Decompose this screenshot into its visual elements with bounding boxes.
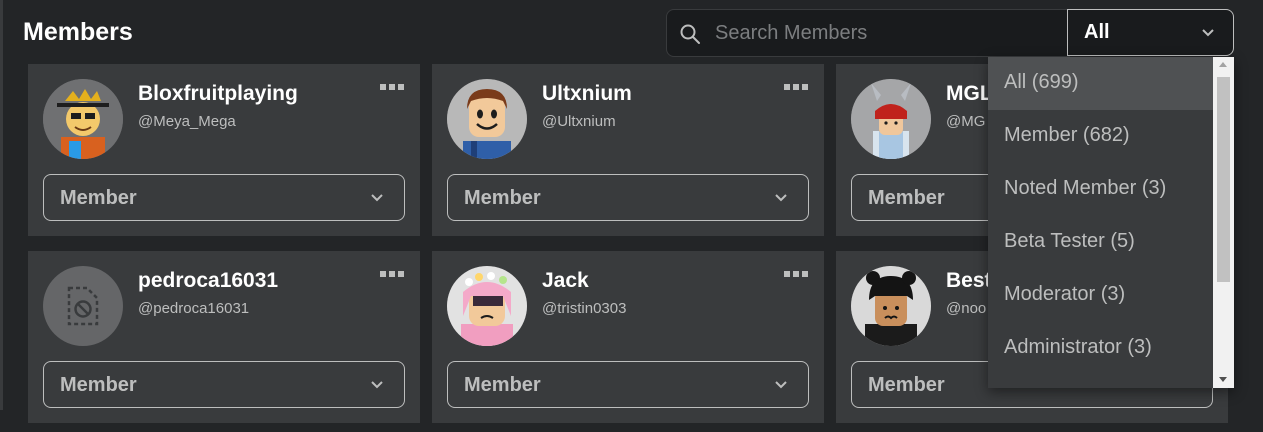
- role-label: Member: [60, 374, 137, 396]
- dropdown-option-noted-member[interactable]: Noted Member (3): [988, 163, 1213, 216]
- scroll-down-arrow-icon[interactable]: [1219, 377, 1227, 382]
- more-options-icon[interactable]: [380, 84, 404, 92]
- member-name[interactable]: Bloxfruitplaying: [138, 82, 298, 106]
- member-handle: @pedroca16031: [138, 300, 250, 317]
- member-card: pedroca16031 @pedroca16031 Member: [28, 251, 420, 423]
- chevron-down-icon: [775, 194, 787, 202]
- member-role-select[interactable]: Member: [447, 174, 809, 221]
- page-title: Members: [23, 18, 133, 46]
- member-name[interactable]: Jack: [542, 269, 589, 293]
- avatar[interactable]: [851, 266, 931, 346]
- image-unavailable-icon: [67, 286, 99, 326]
- role-label: Member: [464, 187, 541, 209]
- more-options-icon[interactable]: [784, 84, 808, 92]
- dropdown-scrollbar[interactable]: [1213, 57, 1234, 388]
- member-handle: @tristin0303: [542, 300, 627, 317]
- chevron-down-icon: [371, 194, 383, 202]
- search-icon: [680, 24, 700, 44]
- role-label: Member: [868, 187, 945, 209]
- role-label: Member: [60, 187, 137, 209]
- member-name[interactable]: pedroca16031: [138, 269, 278, 293]
- scrollbar-thumb[interactable]: [1217, 77, 1230, 282]
- member-role-select[interactable]: Member: [43, 361, 405, 408]
- member-handle: @Ultxnium: [542, 113, 616, 130]
- avatar[interactable]: [43, 266, 123, 346]
- avatar[interactable]: [447, 266, 527, 346]
- member-handle: @MG: [946, 113, 986, 130]
- search-input[interactable]: [715, 18, 1055, 48]
- role-filter-value: All: [1084, 21, 1110, 43]
- dropdown-option-moderator[interactable]: Moderator (3): [988, 269, 1213, 322]
- role-filter-select[interactable]: All: [1067, 9, 1234, 56]
- member-handle: @Meya_Mega: [138, 113, 236, 130]
- dropdown-option-member[interactable]: Member (682): [988, 110, 1213, 163]
- scroll-up-arrow-icon[interactable]: [1219, 62, 1227, 67]
- member-role-select[interactable]: Member: [43, 174, 405, 221]
- dropdown-option-all[interactable]: All (699): [988, 57, 1213, 110]
- role-label: Member: [868, 374, 945, 396]
- role-filter-dropdown: All (699) Member (682) Noted Member (3) …: [988, 57, 1234, 388]
- member-name[interactable]: Ultxnium: [542, 82, 632, 106]
- search-box[interactable]: [666, 9, 1070, 57]
- member-name[interactable]: MGL: [946, 82, 993, 106]
- chevron-down-icon: [371, 381, 383, 389]
- avatar[interactable]: [43, 79, 123, 159]
- dropdown-option-administrator[interactable]: Administrator (3): [988, 322, 1213, 375]
- member-handle: @noo: [946, 300, 987, 317]
- member-name[interactable]: Best: [946, 269, 992, 293]
- dropdown-option-beta-tester[interactable]: Beta Tester (5): [988, 216, 1213, 269]
- member-card: Jack @tristin0303 Member: [432, 251, 824, 423]
- member-role-select[interactable]: Member: [447, 361, 809, 408]
- members-page: Members All: [0, 0, 1263, 432]
- member-card: Bloxfruitplaying @Meya_Mega Member: [28, 64, 420, 236]
- more-options-icon[interactable]: [380, 271, 404, 279]
- more-options-icon[interactable]: [784, 271, 808, 279]
- left-divider: [0, 0, 3, 410]
- avatar[interactable]: [447, 79, 527, 159]
- member-card: Ultxnium @Ultxnium Member: [432, 64, 824, 236]
- role-label: Member: [464, 374, 541, 396]
- chevron-down-icon: [775, 381, 787, 389]
- avatar[interactable]: [851, 79, 931, 159]
- chevron-down-icon: [1202, 29, 1214, 37]
